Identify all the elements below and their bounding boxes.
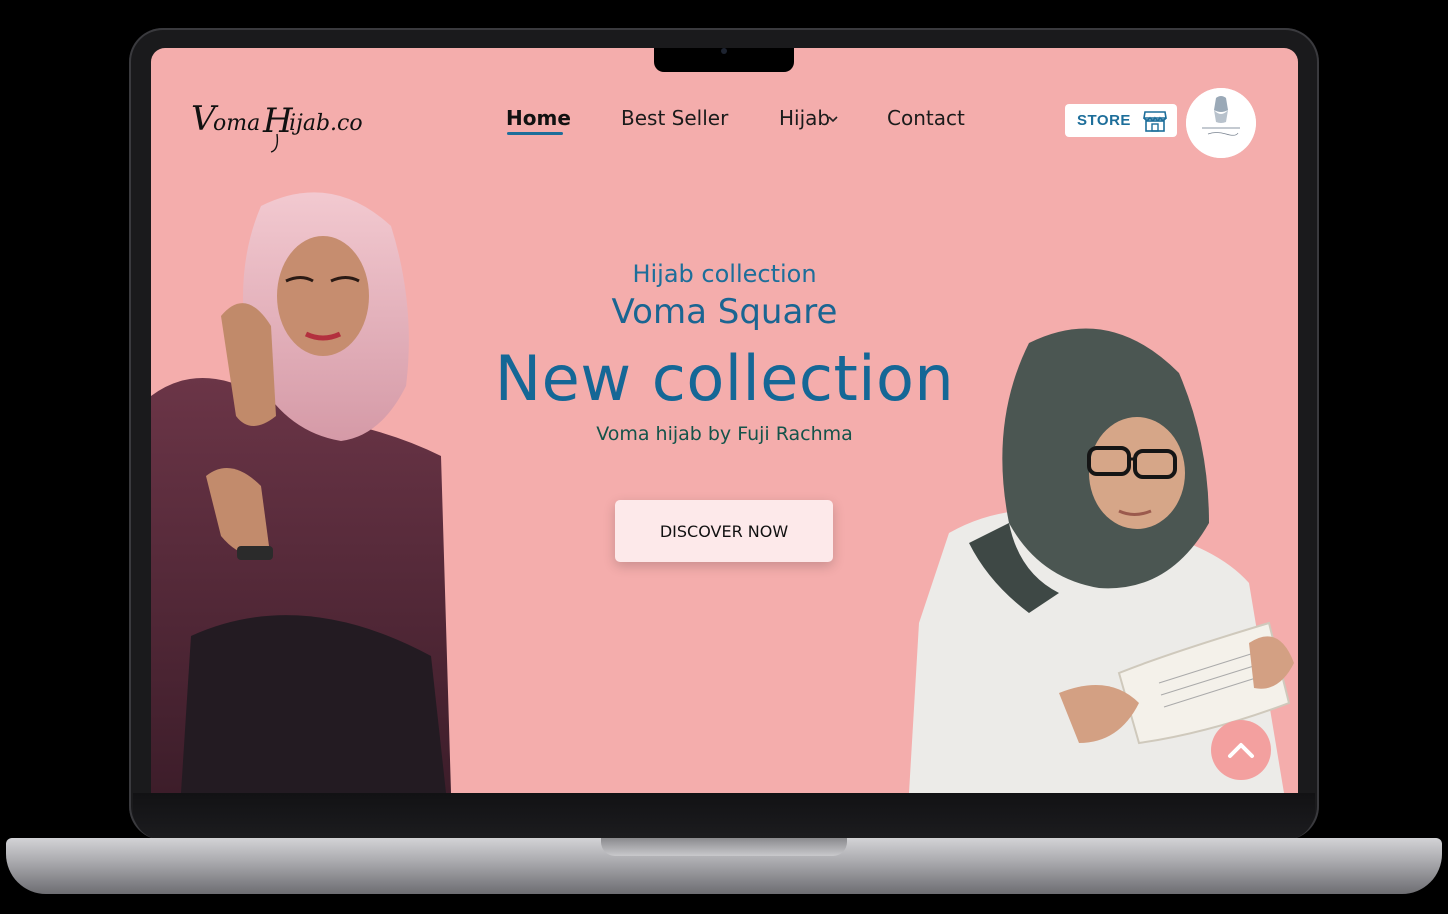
store-label: STORE [1077,112,1131,129]
store-icon [1143,110,1167,132]
discover-now-button[interactable]: DISCOVER NOW [615,500,833,562]
svg-text:oma: oma [213,111,260,136]
brand-avatar[interactable] [1186,88,1256,158]
laptop-base-lip [601,838,847,856]
laptop-bezel [133,793,1315,840]
svg-text:ijab.co: ijab.co [289,111,363,136]
hero-eyebrow: Hijab collection [632,260,817,288]
nav-best-seller[interactable]: Best Seller [621,106,728,130]
nav-home[interactable]: Home [506,106,571,130]
hero-brand-name: Voma Square [611,292,838,332]
hero-headline: New collection [494,342,955,415]
hero-byline: Voma hijab by Fuji Rachma [596,423,853,445]
chevron-down-icon[interactable] [827,114,839,124]
chevron-up-icon [1228,743,1254,758]
camera-dot [721,48,727,54]
brand-avatar-image [1186,88,1256,158]
store-button[interactable]: STORE [1065,104,1177,137]
nav-contact[interactable]: Contact [887,106,965,130]
website-screen: V oma H ijab.co Home Best Seller Hijab C… [151,48,1298,793]
brand-logo[interactable]: V oma H ijab.co [191,90,371,154]
nav-hijab[interactable]: Hijab [779,106,830,130]
nav-active-indicator [507,132,563,135]
scroll-to-top-button[interactable] [1211,720,1271,780]
